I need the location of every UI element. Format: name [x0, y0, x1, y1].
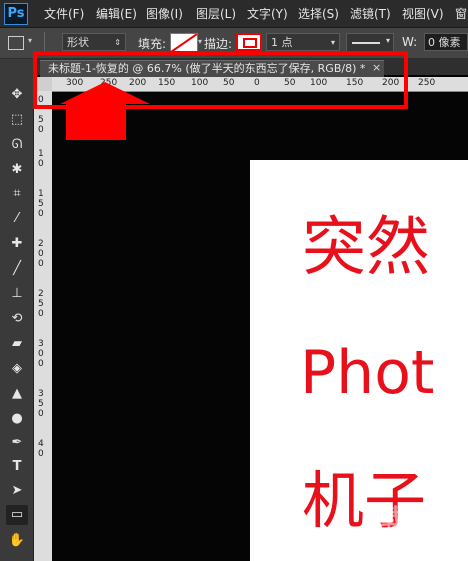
- type-tool-icon[interactable]: T: [6, 457, 28, 477]
- rectangle-tool-icon[interactable]: ▭: [6, 505, 28, 525]
- chevron-down-icon: ▾: [330, 38, 335, 47]
- menu-file[interactable]: 文件(F): [44, 5, 84, 22]
- eraser-tool-icon[interactable]: ▰: [6, 334, 28, 354]
- fill-label: 填充:: [138, 37, 167, 51]
- divider: [44, 32, 45, 52]
- clone-stamp-tool-icon[interactable]: ⊥: [6, 284, 28, 304]
- fill-color-swatch[interactable]: [170, 33, 198, 53]
- marquee-tool-icon[interactable]: ⬚: [6, 110, 28, 130]
- menu-type[interactable]: 文字(Y): [247, 5, 288, 22]
- canvas-text-line-2: Phot: [300, 338, 435, 408]
- ruler-tick: 0: [38, 249, 44, 259]
- menu-view[interactable]: 视图(V): [402, 5, 444, 22]
- menu-select[interactable]: 选择(S): [298, 5, 339, 22]
- stroke-type-select[interactable]: ▾: [346, 33, 394, 53]
- lasso-tool-icon[interactable]: ᘏ: [6, 135, 28, 155]
- watermark-logo: 下载吧: [356, 504, 428, 532]
- menu-bar: Ps 文件(F) 编辑(E) 图像(I) 图层(L) 文字(Y) 选择(S) 滤…: [0, 0, 468, 28]
- menu-edit[interactable]: 编辑(E): [96, 5, 137, 22]
- menu-window[interactable]: 窗: [455, 5, 467, 22]
- ruler-tick: 3: [38, 339, 44, 349]
- rectangle-preset-icon[interactable]: [8, 36, 24, 50]
- fill-dropdown-icon[interactable]: ▾: [198, 37, 202, 46]
- stroke-size-value: 1 点: [271, 36, 293, 49]
- canvas-text-line-1: 突然: [302, 211, 430, 285]
- ruler-tick: 0: [38, 125, 44, 135]
- eyedropper-tool-icon[interactable]: ⁄: [6, 209, 28, 229]
- ruler-tick: 5: [38, 115, 44, 125]
- ruler-tick: 0: [38, 159, 44, 169]
- crop-tool-icon[interactable]: ⌗: [6, 184, 28, 204]
- dodge-tool-icon[interactable]: ●: [6, 409, 28, 429]
- move-tool-icon[interactable]: ✥: [6, 85, 28, 105]
- shape-mode-select[interactable]: 形状 ⇕: [62, 33, 126, 51]
- no-fill-slash-icon: [171, 34, 197, 52]
- width-input[interactable]: 0 像素: [424, 33, 468, 51]
- ruler-tick: 0: [38, 449, 44, 459]
- stroke-size-field[interactable]: 1 点 ▾: [266, 33, 340, 51]
- vertical-ruler[interactable]: 0 5 0 1 0 1 5 0 2 0 0 2 5 0 3 0 0 3 5 0 …: [34, 91, 53, 561]
- ruler-tick: 250: [418, 78, 436, 88]
- ruler-tick: 0: [38, 259, 44, 269]
- chevron-down-icon: ▾: [385, 36, 390, 45]
- ruler-tick: 5: [38, 199, 44, 209]
- ruler-tick: 0: [38, 349, 44, 359]
- watermark-url: www.xiazaiba.com: [380, 530, 468, 541]
- photoshop-logo: Ps: [4, 3, 28, 25]
- path-selection-tool-icon[interactable]: ➤: [6, 481, 28, 501]
- ruler-tick: 2: [38, 239, 44, 249]
- stroke-square-icon: [243, 38, 257, 48]
- ruler-tick: 3: [38, 389, 44, 399]
- up-arrow-icon: [60, 82, 150, 140]
- ruler-tick: 1: [38, 149, 44, 159]
- chevron-updown-icon: ⇕: [114, 38, 121, 47]
- blur-tool-icon[interactable]: ▲: [6, 384, 28, 404]
- ruler-tick: 2: [38, 289, 44, 299]
- stroke-label: 描边:: [204, 37, 233, 51]
- stroke-color-swatch[interactable]: [236, 33, 262, 51]
- shape-mode-label: 形状: [67, 36, 89, 49]
- paint-bucket-tool-icon[interactable]: ◈: [6, 359, 28, 379]
- hand-tool-icon[interactable]: ✋: [6, 531, 28, 551]
- ruler-tick: 0: [38, 409, 44, 419]
- menu-filter[interactable]: 滤镜(T): [350, 5, 391, 22]
- preset-dropdown-icon[interactable]: ▾: [28, 36, 32, 45]
- tools-panel: ✥ ⬚ ᘏ ✱ ⌗ ⁄ ✚ ╱ ⊥ ⟲ ▰ ◈ ▲ ● ✒ T ➤ ▭ ✋: [0, 59, 34, 561]
- menu-layer[interactable]: 图层(L): [196, 5, 236, 22]
- width-label: W:: [402, 35, 418, 49]
- history-brush-tool-icon[interactable]: ⟲: [6, 309, 28, 329]
- ruler-tick: 0: [38, 359, 44, 369]
- ruler-tick: 5: [38, 399, 44, 409]
- menu-image[interactable]: 图像(I): [146, 5, 183, 22]
- ruler-tick: 5: [38, 299, 44, 309]
- magic-wand-tool-icon[interactable]: ✱: [6, 160, 28, 180]
- line-style-icon: [352, 42, 380, 44]
- ruler-tick: 1: [38, 189, 44, 199]
- healing-brush-tool-icon[interactable]: ✚: [6, 234, 28, 254]
- ruler-tick: 4: [38, 439, 44, 449]
- pen-tool-icon[interactable]: ✒: [6, 433, 28, 453]
- ruler-tick: 0: [38, 309, 44, 319]
- brush-tool-icon[interactable]: ╱: [6, 259, 28, 279]
- ruler-tick: 0: [38, 209, 44, 219]
